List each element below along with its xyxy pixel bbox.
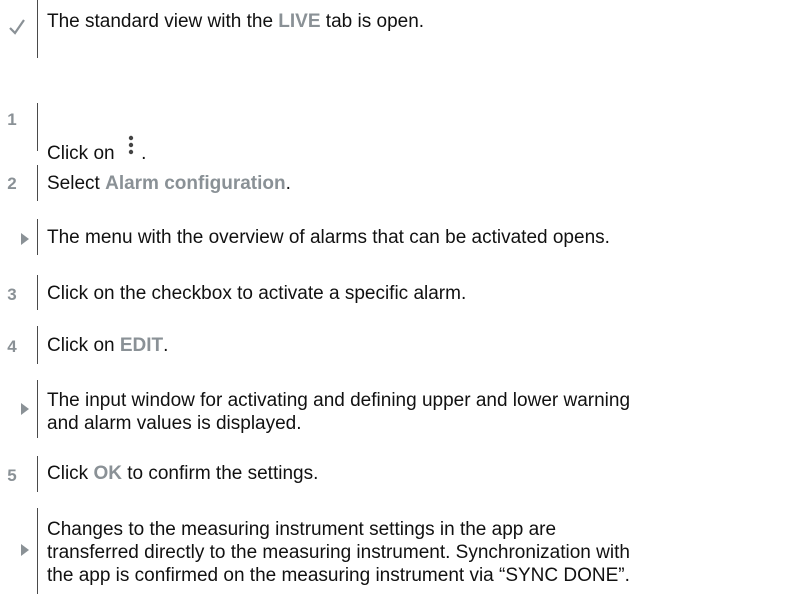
- step-text-part: Click: [47, 463, 94, 484]
- result-arrow-icon: [10, 543, 40, 562]
- step-text-line: the app is confirmed on the measuring in…: [47, 565, 630, 586]
- step-text-line: The input window for activating and defi…: [47, 390, 631, 411]
- step-text-part: Click on the checkbox to activate a spec…: [47, 283, 467, 304]
- step-text-part: .: [285, 173, 291, 194]
- step-number: 2: [0, 174, 24, 194]
- step-text-part: .: [163, 335, 169, 356]
- ui-element-reference: EDIT: [119, 335, 164, 356]
- step-text-part: Select: [47, 173, 106, 194]
- step-text-part: to confirm the settings.: [121, 463, 319, 484]
- step-number-label: 4: [7, 337, 17, 356]
- step-divider: [37, 0, 38, 58]
- step-number-label: 1: [7, 110, 17, 129]
- step-text: Select Alarm configuration.: [47, 172, 291, 195]
- step-text: Click OK to confirm the settings.: [47, 462, 318, 485]
- step-text-part: The standard view with the: [47, 11, 279, 32]
- step-text-line: Changes to the measuring instrument sett…: [47, 519, 557, 540]
- step-text: Changes to the measuring instrument sett…: [47, 518, 630, 587]
- ui-element-reference: Alarm configuration: [105, 173, 286, 194]
- step-number: 1: [0, 110, 24, 130]
- step-text: The standard view with the LIVE tab is o…: [47, 10, 424, 33]
- step-text: Click on the checkbox to activate a spec…: [47, 282, 466, 305]
- step-text: The menu with the overview of alarms tha…: [47, 226, 610, 249]
- step-divider: [37, 275, 38, 310]
- step-text-part: The menu with the overview of alarms tha…: [47, 227, 610, 248]
- result-arrow-icon: [10, 402, 40, 421]
- step-text-line: and alarm values is displayed.: [47, 413, 302, 434]
- result-arrow-icon: [10, 232, 40, 251]
- step-text-part: tab is open.: [320, 11, 425, 32]
- step-text-part: Click on: [47, 335, 120, 356]
- step-divider: [37, 103, 38, 151]
- step-number: 4: [0, 337, 24, 357]
- step-number: 5: [0, 466, 24, 486]
- checkmark-icon: [2, 18, 32, 41]
- step-divider: [37, 326, 38, 364]
- step-number: 3: [0, 285, 24, 305]
- step-text: The input window for activating and defi…: [47, 389, 630, 435]
- step-number-label: 3: [7, 285, 17, 304]
- step-number-label: 5: [7, 466, 17, 485]
- step-text-part: .: [135, 143, 147, 164]
- step-text-line: transferred directly to the measuring in…: [47, 542, 630, 563]
- step-text-part: Click on: [47, 143, 120, 164]
- more-vertical-icon: [126, 134, 136, 156]
- step-divider: [37, 165, 38, 201]
- step-number-label: 2: [7, 174, 17, 193]
- step-text: Click on EDIT.: [47, 334, 168, 357]
- ui-element-reference: LIVE: [278, 11, 321, 32]
- step-divider: [37, 456, 38, 492]
- step-text: Click on .: [47, 135, 147, 165]
- ui-element-reference: OK: [93, 463, 122, 484]
